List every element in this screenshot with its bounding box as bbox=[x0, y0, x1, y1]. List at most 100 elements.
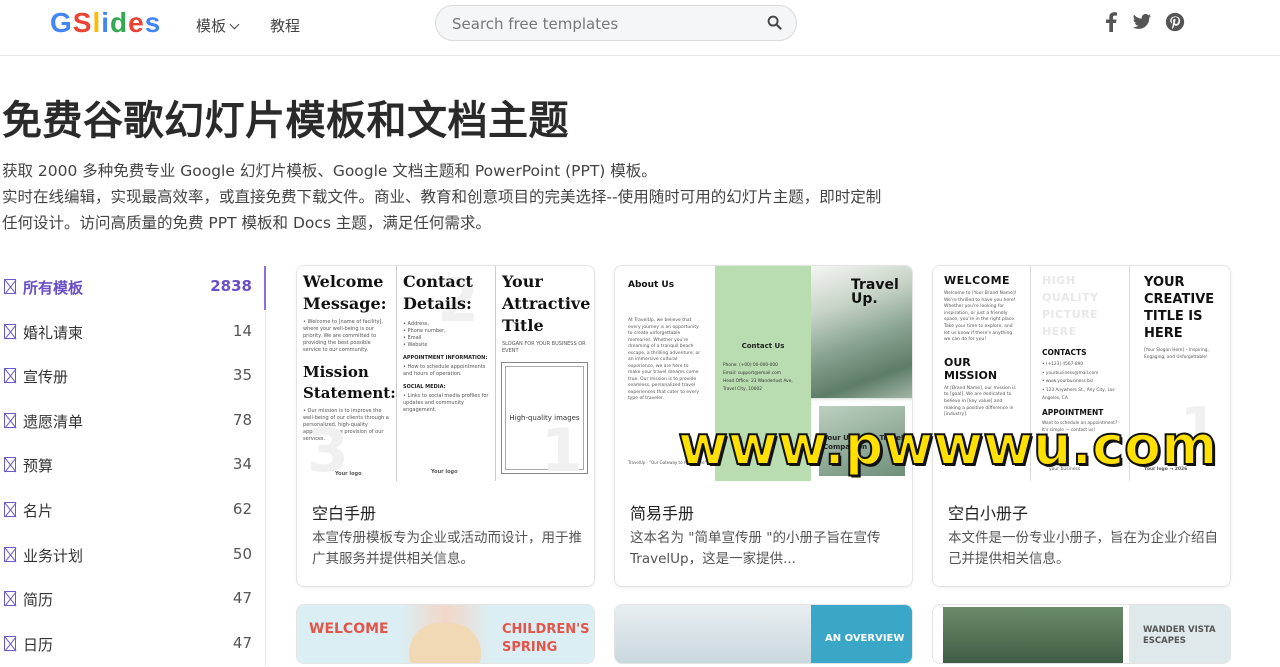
sidebar-category-item[interactable]: 婚礼请柬 14 bbox=[2, 311, 264, 355]
category-icon bbox=[4, 368, 16, 384]
panel-text: Phone: (+00) 00-000-000 Email: support@e… bbox=[723, 363, 793, 392]
logo-letter: i bbox=[101, 7, 111, 38]
chevron-down-icon bbox=[229, 19, 240, 30]
template-card[interactable]: WANDER VISTA ESCAPES bbox=[932, 604, 1231, 664]
ghost-number: 1 bbox=[541, 416, 583, 481]
brochure-panel: Welcome Message: • Welcome to [name of f… bbox=[297, 266, 397, 481]
logo-letter: G bbox=[50, 7, 73, 38]
panel-text: Welcome to [Your Brand Name]! We're thri… bbox=[944, 291, 1017, 343]
card-title[interactable]: 空白小册子 bbox=[948, 500, 1028, 524]
category-count: 62 bbox=[232, 500, 252, 518]
template-thumbnail[interactable]: Welcome Message: • Welcome to [name of f… bbox=[297, 266, 594, 481]
thumb-heading: WELCOME bbox=[309, 621, 389, 637]
panel-slogan: SLOGAN FOR YOUR BUSINESS OR EVENT bbox=[502, 341, 586, 354]
panel-heading: Mission Statement: bbox=[303, 363, 396, 402]
twitter-icon[interactable] bbox=[1132, 12, 1152, 36]
gslides-logo[interactable]: GSlides bbox=[50, 7, 161, 39]
active-indicator bbox=[264, 266, 266, 310]
card-description: 这本名为 "简单宣传册 "的小册子旨在宣传 TravelUp，这是一家提供... bbox=[630, 530, 881, 567]
category-label: 日历 bbox=[23, 635, 54, 654]
panel-heading: Welcome Message: bbox=[303, 272, 387, 313]
sidebar-category-item[interactable]: 业务计划 50 bbox=[2, 534, 264, 578]
category-icon bbox=[4, 546, 16, 562]
category-count: 2838 bbox=[210, 277, 252, 295]
template-card[interactable]: WELCOME CHILDREN'S SPRING bbox=[296, 604, 595, 664]
watermark-text: www.pwwwu.com bbox=[677, 413, 1218, 478]
logo-letter: e bbox=[128, 7, 145, 38]
thumb-heading: AN OVERVIEW bbox=[825, 633, 905, 644]
panel-text: • Welcome to [name of facility], where y… bbox=[303, 319, 383, 353]
category-icon bbox=[4, 279, 16, 294]
category-icon bbox=[4, 323, 16, 339]
logo-letter: S bbox=[72, 7, 93, 38]
card-title[interactable]: 简易手册 bbox=[630, 500, 694, 524]
panel-list: • (+123) 4567-890 • yourbusiness@mail.co… bbox=[1042, 362, 1115, 401]
panel-subheading: SOCIAL MEDIA: bbox=[403, 384, 446, 390]
nav-templates-menu[interactable]: 模板 bbox=[196, 15, 240, 36]
panel-subheading: APPOINTMENT INFORMATION: bbox=[403, 355, 488, 361]
thumb-heading: WANDER VISTA ESCAPES bbox=[1143, 625, 1216, 646]
search-bar bbox=[435, 5, 797, 41]
panel-heading: About Us bbox=[628, 280, 675, 290]
category-icon bbox=[4, 412, 16, 428]
thumb-heading: CHILDREN'S SPRING bbox=[502, 622, 590, 655]
logo-letter: d bbox=[110, 7, 129, 38]
panel-text: • How to schedule appointments and hours… bbox=[403, 364, 486, 377]
sidebar-category-item[interactable]: 名片 62 bbox=[2, 489, 264, 533]
nav-tutorials-link[interactable]: 教程 bbox=[270, 15, 300, 36]
pinterest-icon[interactable] bbox=[1165, 12, 1185, 36]
category-sidebar: 所有模板 2838 婚礼请柬 14 宣传册 35 遗愿清单 78 预算 34 名片 62 业务计划 50 简… bbox=[0, 266, 266, 666]
category-icon bbox=[4, 635, 16, 651]
category-label: 业务计划 bbox=[23, 546, 84, 565]
sidebar-category-item[interactable]: 预算 34 bbox=[2, 444, 264, 488]
category-label: 婚礼请柬 bbox=[23, 323, 84, 342]
template-card[interactable]: AN OVERVIEW bbox=[614, 604, 913, 664]
category-count: 47 bbox=[232, 589, 252, 608]
panel-slogan: [Your Slogan Here] – Inspiring, Engaging… bbox=[1144, 348, 1209, 360]
picture-placeholder: HIGH QUALITY PICTURE HERE bbox=[1042, 274, 1099, 338]
page-title: 免费谷歌幻灯片模板和文档主题 bbox=[2, 98, 569, 144]
panel-heading: Contact Details: bbox=[403, 272, 473, 313]
category-icon bbox=[4, 457, 16, 473]
site-header: GSlides 模板 教程 bbox=[0, 0, 1280, 56]
panel-text: At TravelUp, we believe that every journ… bbox=[628, 318, 701, 401]
panel-text: • Links to social media profiles for upd… bbox=[403, 393, 489, 413]
category-count: 14 bbox=[232, 321, 252, 340]
category-icon bbox=[4, 502, 16, 517]
panel-heading: YOUR CREATIVE TITLE IS HERE bbox=[1144, 275, 1215, 341]
facebook-icon[interactable] bbox=[1104, 12, 1118, 36]
intro-line: 实时在线编辑，实现最高效率，或直接免费下载文件。商业、教育和创意项目的完美选择-… bbox=[2, 188, 882, 206]
card-description: 本宣传册模板专为企业或活动而设计，用于推广其服务并提供相关信息。 bbox=[312, 530, 582, 567]
intro-line: 任何设计。访问高质量的免费 PPT 模板和 Docs 主题，满足任何需求。 bbox=[2, 214, 491, 232]
sidebar-category-item[interactable]: 日历 47 bbox=[2, 623, 264, 667]
logo-letter: s bbox=[144, 7, 162, 38]
template-thumbnail[interactable] bbox=[615, 605, 811, 663]
category-label: 名片 bbox=[23, 502, 54, 520]
sidebar-category-item[interactable]: 所有模板 2838 bbox=[2, 266, 266, 310]
template-card[interactable]: Welcome Message: • Welcome to [name of f… bbox=[296, 265, 595, 587]
template-thumbnail[interactable] bbox=[943, 607, 1123, 663]
category-label: 遗愿清单 bbox=[23, 412, 84, 431]
intro-text: 获取 2000 多种免费专业 Google 幻灯片模板、Google 文档主题和… bbox=[2, 158, 962, 236]
logo-placeholder: Your logo bbox=[431, 469, 458, 475]
photo-circle bbox=[409, 623, 481, 663]
sidebar-category-item[interactable]: 宣传册 35 bbox=[2, 355, 264, 399]
category-icon bbox=[4, 591, 16, 607]
sidebar-category-item[interactable]: 遗愿清单 78 bbox=[2, 400, 264, 444]
search-icon[interactable] bbox=[767, 15, 782, 34]
category-label: 宣传册 bbox=[23, 368, 69, 387]
panel-heading: Your Attractive Title bbox=[502, 272, 591, 335]
intro-line: 获取 2000 多种免费专业 Google 幻灯片模板、Google 文档主题和… bbox=[2, 162, 657, 180]
card-description: 本文件是一份专业小册子，旨在为企业介绍自己并提供相关信息。 bbox=[948, 530, 1218, 567]
category-label: 预算 bbox=[23, 457, 54, 476]
search-input[interactable] bbox=[452, 13, 752, 35]
panel-heading: WELCOME bbox=[944, 274, 1011, 287]
category-count: 50 bbox=[232, 544, 252, 563]
panel-heading: Contact Us bbox=[741, 342, 785, 350]
brochure-panel: Your Attractive Title SLOGAN FOR YOUR BU… bbox=[496, 266, 594, 481]
card-title[interactable]: 空白手册 bbox=[312, 500, 376, 524]
sidebar-category-item[interactable]: 简历 47 bbox=[2, 578, 264, 622]
ghost-number: 3 bbox=[307, 416, 349, 481]
category-count: 47 bbox=[232, 633, 252, 652]
panel-list: • Address, • Phone number, • Email • Web… bbox=[403, 321, 446, 348]
